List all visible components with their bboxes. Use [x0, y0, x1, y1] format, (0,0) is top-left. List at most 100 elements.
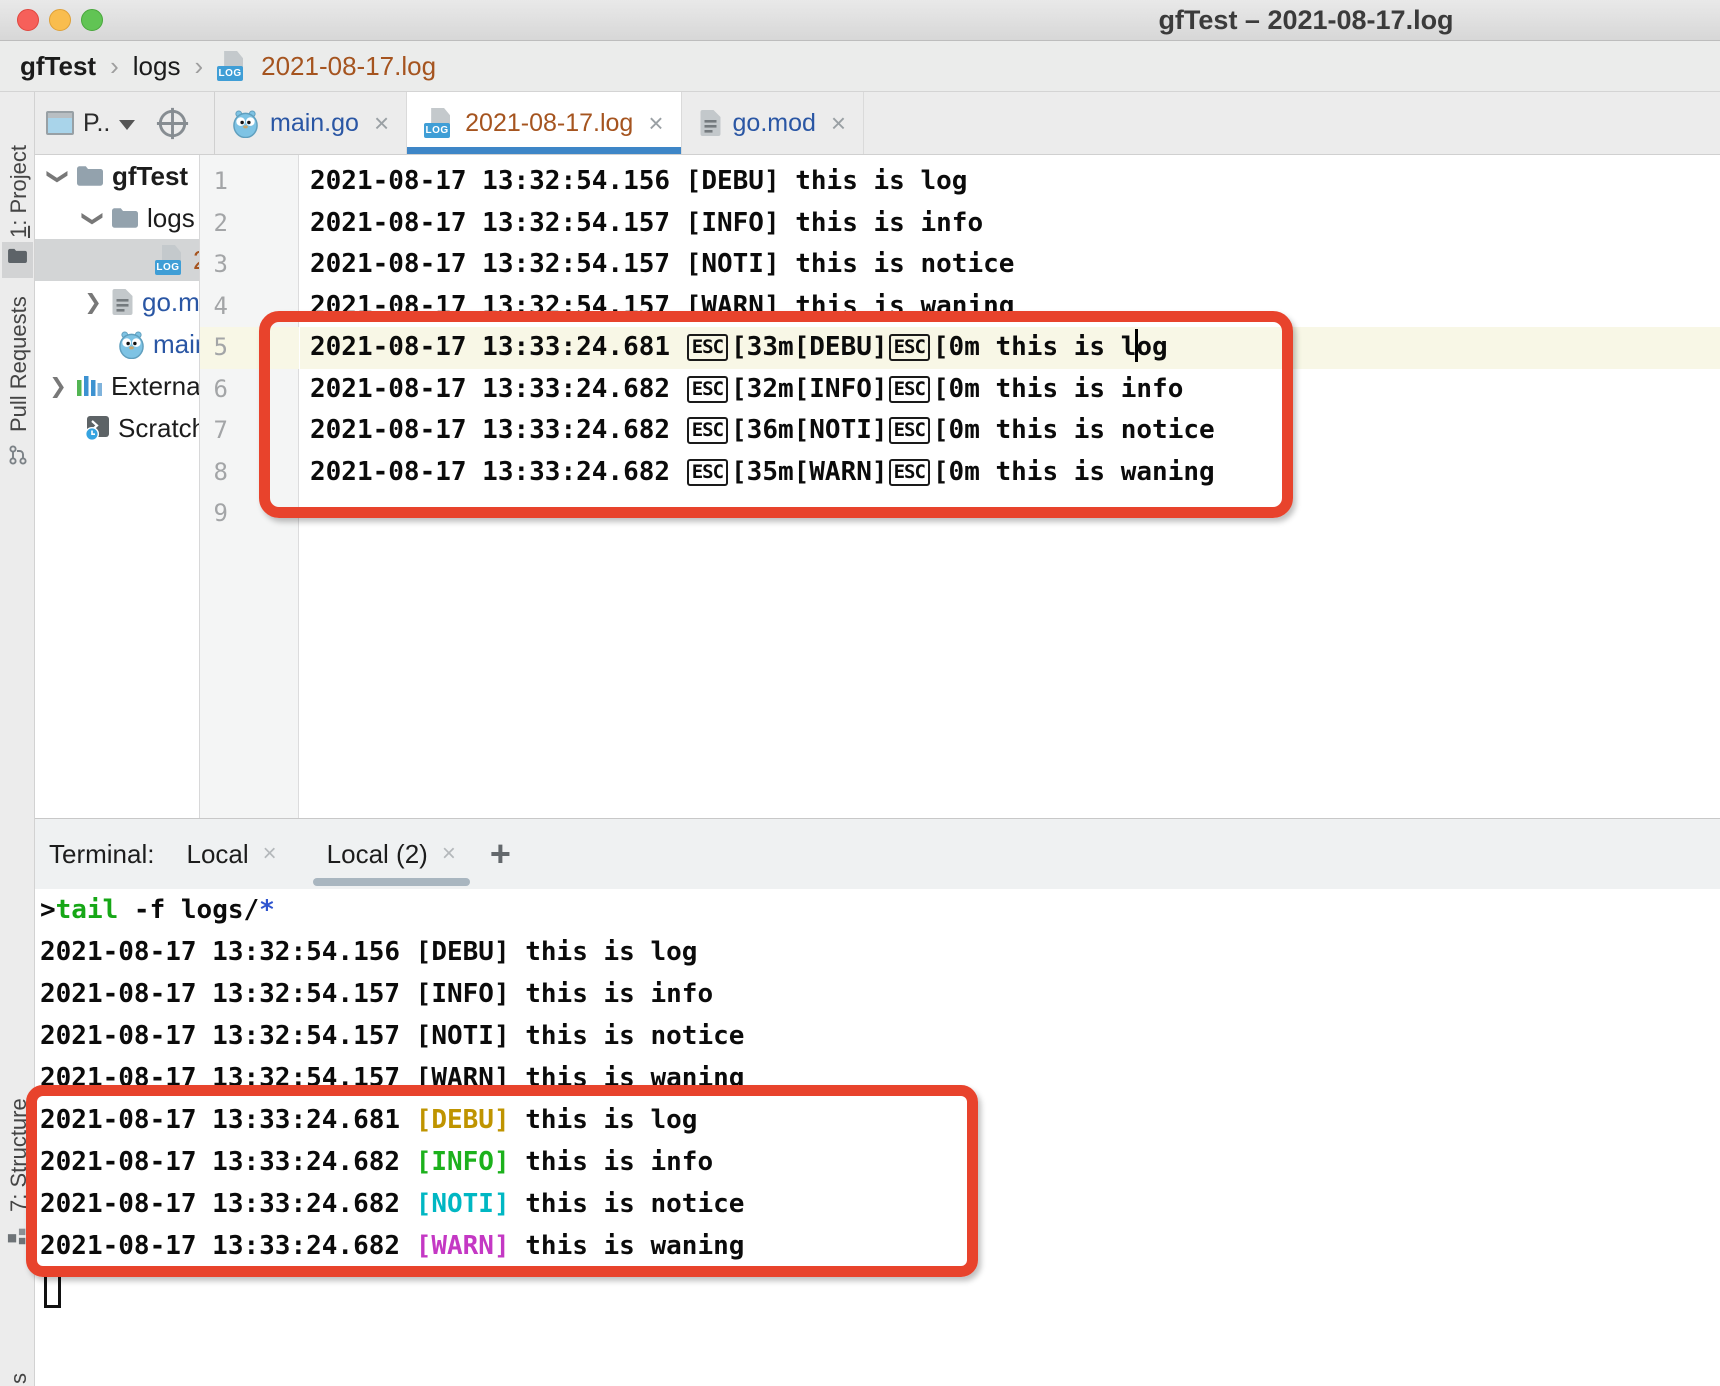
breadcrumb: gfTest › logs › LOG 2021-08-17.log [0, 41, 1720, 92]
terminal-tab-label: Local (2) [327, 839, 428, 870]
code-segment: [NOTI] [416, 1189, 510, 1219]
breadcrumb-separator-icon: › [110, 51, 119, 82]
editor-line[interactable]: 2021-08-17 13:32:54.157 [NOTI] this is n… [310, 244, 1215, 286]
editor-line[interactable]: 2021-08-17 13:33:24.681 ESC[33m[DEBU]ESC… [310, 327, 1215, 369]
tree-item-logs[interactable]: ❯ logs [35, 197, 199, 239]
code-segment: [INFO] [416, 1147, 510, 1177]
tab-go-mod[interactable]: go.mod × [682, 92, 865, 154]
breadcrumb-project[interactable]: gfTest [20, 51, 96, 82]
code-segment: [0m this is info [933, 374, 1183, 404]
code-segment: 2021-08-17 13:32:54.157 [WARN] this is w… [310, 291, 1014, 321]
tool-button-cut-label[interactable]: s [6, 1373, 32, 1384]
terminal-line: 2021-08-17 13:32:54.157 [INFO] this is i… [36, 973, 1720, 1015]
code-segment: 2021-08-17 13:33:24.682 [40, 1189, 416, 1219]
chevron-collapsed-icon[interactable]: ❯ [83, 290, 103, 315]
code-segment: 2021-08-17 13:33:24.682 [310, 415, 686, 445]
code-segment: 2021-08-17 13:33:24.682 [310, 457, 686, 487]
code-segment: [32m[INFO] [731, 374, 888, 404]
terminal-line: >tail -f logs/* [36, 889, 1720, 931]
editor-line[interactable]: 2021-08-17 13:33:24.682 ESC[32m[INFO]ESC… [310, 369, 1215, 411]
terminal-label: Terminal: [49, 839, 154, 870]
locate-file-icon[interactable] [154, 105, 191, 142]
terminal-line: 2021-08-17 13:33:24.682 [NOTI] this is n… [36, 1183, 1720, 1225]
breadcrumb-folder[interactable]: logs [133, 51, 181, 82]
tree-item-label: External Libraries [111, 371, 200, 402]
esc-control-char: ESC [687, 417, 728, 444]
line-number: 6 [200, 369, 228, 411]
code-segment: 2021-08-17 13:32:54.157 [INFO] this is i… [310, 208, 983, 238]
code-segment: [DEBU] [416, 1105, 510, 1135]
terminal-pane[interactable]: >tail -f logs/*2021-08-17 13:32:54.156 [… [36, 889, 1720, 1386]
line-number: 8 [200, 452, 228, 494]
editor-line[interactable]: 2021-08-17 13:32:54.157 [INFO] this is i… [310, 203, 1215, 245]
breadcrumb-file[interactable]: 2021-08-17.log [261, 51, 436, 82]
editor-line[interactable]: 2021-08-17 13:33:24.682 ESC[36m[NOTI]ESC… [310, 410, 1215, 452]
terminal-tab-local-2[interactable]: Local (2) × [309, 819, 474, 889]
close-tab-icon[interactable]: × [442, 840, 456, 868]
tab-label: main.go [270, 109, 359, 138]
project-view-icon[interactable] [46, 111, 74, 135]
tab-log-file[interactable]: LOG 2021-08-17.log × [407, 92, 681, 154]
esc-control-char: ESC [889, 334, 930, 361]
chevron-down-icon[interactable] [119, 120, 135, 130]
terminal-line: 2021-08-17 13:32:54.157 [WARN] this is w… [36, 1057, 1720, 1099]
editor-pane[interactable]: 2021-08-17 13:32:54.156 [DEBU] this is l… [300, 155, 1720, 818]
editor-line[interactable] [310, 493, 1215, 535]
tree-item-log-file[interactable]: LOG 2021-08-17.log [35, 239, 199, 281]
code-segment: 2021-08-17 13:33:24.682 [40, 1231, 416, 1261]
project-panel-header: P.. [35, 92, 215, 154]
editor-line[interactable]: 2021-08-17 13:32:54.156 [DEBU] this is l… [310, 161, 1215, 203]
editor-line[interactable]: 2021-08-17 13:32:54.157 [WARN] this is w… [310, 286, 1215, 328]
chevron-expanded-icon[interactable]: ❯ [46, 166, 71, 186]
tab-main-go[interactable]: main.go × [215, 92, 407, 154]
tool-button-pull-requests[interactable]: Pull Requests [6, 296, 32, 432]
folder-icon [76, 165, 104, 187]
tool-button-project[interactable]: 1: Project [6, 145, 32, 238]
terminal-cursor [44, 1270, 61, 1308]
line-number: 9 [200, 493, 228, 535]
code-segment: [0m this is waning [933, 457, 1215, 487]
ide-window: gfTest – 2021-08-17.log gfTest › logs › … [0, 0, 1720, 1386]
current-line-gutter-highlight: 5 [200, 327, 299, 369]
esc-control-char: ESC [889, 417, 930, 444]
folder-icon [111, 207, 139, 229]
terminal-tab-local[interactable]: Local × [168, 819, 294, 889]
tree-item-label: main.go [153, 329, 200, 360]
close-tab-icon[interactable]: × [263, 840, 277, 868]
esc-control-char: ESC [687, 334, 728, 361]
minimize-window-button[interactable] [49, 9, 71, 31]
libraries-icon [76, 373, 103, 399]
chevron-expanded-icon[interactable]: ❯ [81, 208, 106, 228]
close-tab-icon[interactable]: × [831, 108, 846, 139]
tree-item-scratches[interactable]: Scratches and Consoles [35, 407, 199, 449]
tree-item-external-libraries[interactable]: ❯ External Libraries [35, 365, 199, 407]
line-number: 3 [200, 244, 228, 286]
close-tab-icon[interactable]: × [648, 108, 663, 139]
esc-control-char: ESC [889, 376, 930, 403]
chevron-collapsed-icon[interactable]: ❯ [48, 374, 68, 399]
tab-label: 2021-08-17.log [465, 109, 633, 138]
tree-item-main-go[interactable]: main.go [35, 323, 199, 365]
code-segment: this is info [510, 1147, 714, 1177]
project-view-label[interactable]: P.. [83, 109, 110, 138]
code-segment: -f logs/ [118, 895, 259, 925]
titlebar: gfTest – 2021-08-17.log [0, 0, 1720, 41]
new-terminal-tab-button[interactable]: + [490, 833, 511, 875]
zoom-window-button[interactable] [81, 9, 103, 31]
code-segment: this is notice [510, 1189, 745, 1219]
close-window-button[interactable] [17, 9, 39, 31]
scratches-icon [84, 415, 110, 441]
window-title: gfTest – 2021-08-17.log [1000, 0, 1612, 41]
code-segment: 2021-08-17 13:32:54.157 [WARN] this is w… [40, 1063, 744, 1093]
tool-windows-icon[interactable] [7, 1225, 29, 1247]
esc-control-char: ESC [687, 459, 728, 486]
project-panel: ❯ gfTest ❯ logs LOG 2021-08-17.log ❯ go.… [35, 155, 200, 818]
code-segment: [WARN] [416, 1231, 510, 1261]
tool-button-structure[interactable]: 7: Structure [6, 1098, 32, 1212]
close-tab-icon[interactable]: × [374, 108, 389, 139]
editor-line[interactable]: 2021-08-17 13:33:24.682 ESC[35m[WARN]ESC… [310, 452, 1215, 494]
tree-item-gftest[interactable]: ❯ gfTest [35, 155, 199, 197]
code-segment: 2021-08-17 13:32:54.157 [INFO] this is i… [40, 979, 713, 1009]
code-segment: 2021-08-17 13:32:54.156 [DEBU] this is l… [310, 166, 967, 196]
tree-item-go-mod[interactable]: ❯ go.mod [35, 281, 199, 323]
